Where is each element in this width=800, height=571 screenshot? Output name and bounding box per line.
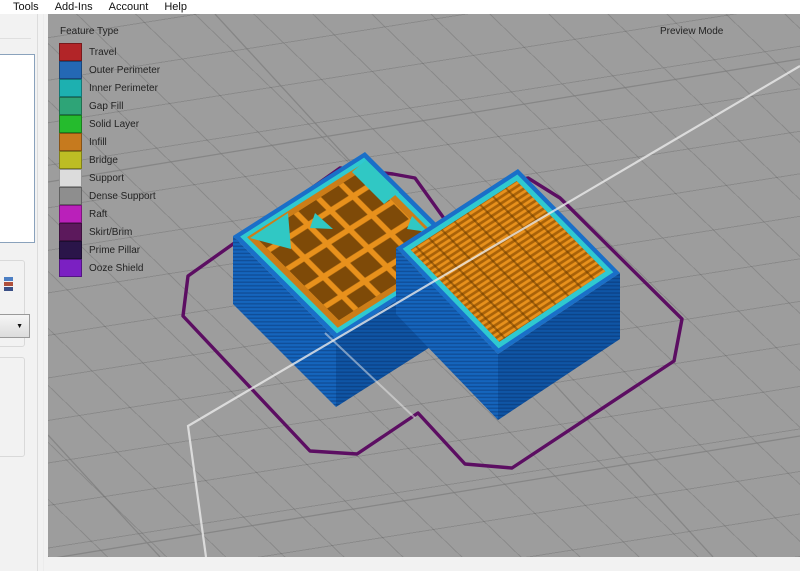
legend-row: Travel (59, 43, 160, 61)
legend-label: Inner Perimeter (89, 83, 158, 94)
chevron-down-icon: ▼ (16, 323, 23, 330)
legend-title: Feature Type (60, 26, 119, 37)
menu-item-help[interactable]: Help (156, 1, 195, 13)
legend-swatch (59, 259, 82, 277)
options-groupbox (0, 357, 25, 457)
process-dropdown[interactable]: ▼ (0, 314, 30, 338)
viewport-3d-scene[interactable] (48, 14, 800, 557)
legend-row: Solid Layer (59, 115, 160, 133)
legend-label: Travel (89, 47, 116, 58)
panel-divider-2 (43, 14, 44, 571)
legend-swatch (59, 169, 82, 187)
legend-swatch (59, 223, 82, 241)
legend-row: Prime Pillar (59, 241, 160, 259)
legend-swatch (59, 43, 82, 61)
legend-label: Gap Fill (89, 101, 123, 112)
legend-label: Dense Support (89, 191, 156, 202)
legend-label: Infill (89, 137, 107, 148)
groupbox-divider (0, 38, 31, 39)
right-cube-model[interactable] (396, 169, 620, 420)
legend-label: Raft (89, 209, 107, 220)
menu-item-add-ins[interactable]: Add-Ins (47, 1, 101, 13)
legend-swatch (59, 187, 82, 205)
legend-items: Travel Outer Perimeter Inner Perimeter Gap … (59, 43, 160, 277)
legend-row: Outer Perimeter (59, 61, 160, 79)
legend-row: Skirt/Brim (59, 223, 160, 241)
preview-mode-label: Preview Mode (660, 26, 723, 37)
legend-swatch (59, 241, 82, 259)
legend-label: Outer Perimeter (89, 65, 160, 76)
panel-divider (37, 14, 38, 571)
menu-bar: Tools Add-Ins Account Help (0, 0, 800, 14)
legend-row: Dense Support (59, 187, 160, 205)
legend-swatch (59, 205, 82, 223)
preview-3d-viewport[interactable]: Feature Type Travel Outer Perimeter Inner … (48, 14, 800, 557)
legend-label: Prime Pillar (89, 245, 140, 256)
legend-row: Support (59, 169, 160, 187)
model-list[interactable] (0, 54, 35, 243)
legend-label: Skirt/Brim (89, 227, 132, 238)
legend-label: Support (89, 173, 124, 184)
legend-swatch (59, 79, 82, 97)
process-icon (4, 277, 13, 290)
legend-swatch (59, 97, 82, 115)
legend-row: Raft (59, 205, 160, 223)
legend-swatch (59, 133, 82, 151)
menu-item-tools[interactable]: Tools (5, 1, 47, 13)
legend-row: Gap Fill (59, 97, 160, 115)
legend-label: Bridge (89, 155, 118, 166)
legend-label: Ooze Shield (89, 263, 143, 274)
legend-swatch (59, 61, 82, 79)
menu-item-account[interactable]: Account (101, 1, 157, 13)
legend-row: Bridge (59, 151, 160, 169)
legend-row: Inner Perimeter (59, 79, 160, 97)
legend-swatch (59, 115, 82, 133)
legend-row: Ooze Shield (59, 259, 160, 277)
legend-label: Solid Layer (89, 119, 139, 130)
legend-swatch (59, 151, 82, 169)
legend-row: Infill (59, 133, 160, 151)
